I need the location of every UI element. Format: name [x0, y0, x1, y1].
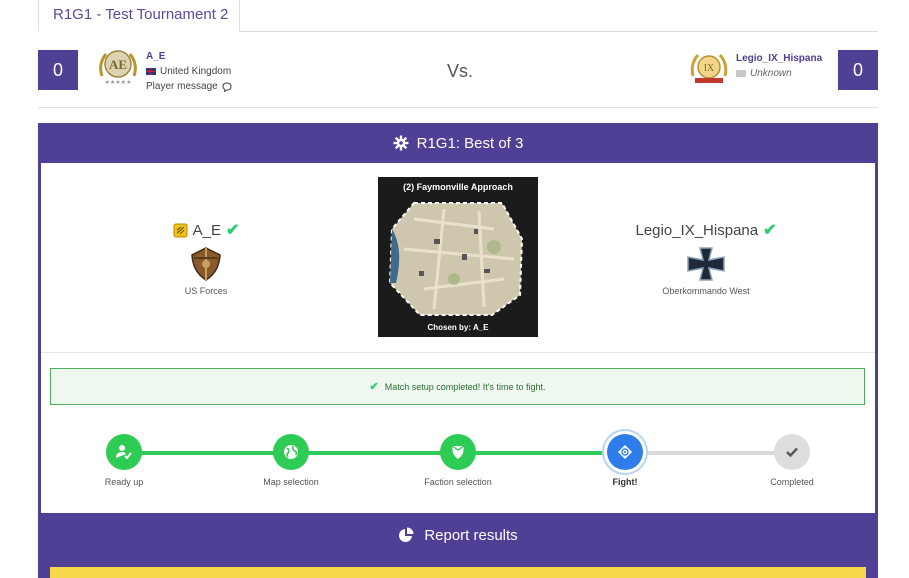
right-side-player: Legio_IX_Hispana ✔ Oberkommando West	[621, 220, 791, 297]
right-side-name-row: Legio_IX_Hispana ✔	[621, 220, 791, 240]
user-check-icon	[116, 445, 132, 460]
right-score: 0	[838, 50, 878, 90]
map-chosen-by: Chosen by: A_E	[427, 323, 489, 332]
left-side-name: A_E	[192, 221, 221, 239]
left-side-player: A_E ✔ US Forces	[141, 220, 271, 296]
step-label-faction-selection: Faction selection	[424, 477, 492, 487]
body-divider	[41, 352, 875, 353]
success-alert: ✔ Match setup completed! It's time to fi…	[50, 368, 865, 405]
crosshair-icon	[618, 445, 632, 459]
step-ready-up[interactable]	[106, 434, 142, 470]
pie-chart-icon	[399, 527, 414, 542]
match-page: R1G1 - Test Tournament 2 0 AE ★★★★★ A_E …	[0, 0, 909, 578]
right-country-text: Unknown	[750, 68, 792, 79]
left-country-text: United Kingdom	[160, 66, 232, 77]
svg-text:★★★★★: ★★★★★	[105, 79, 132, 86]
svg-text:AE: AE	[109, 57, 127, 72]
iron-cross-faction-icon	[687, 247, 725, 281]
left-player-info: A_E United Kingdom Player message	[146, 49, 232, 94]
ready-check-icon: ✔	[763, 222, 777, 239]
match-title: R1G1: Best of 3	[416, 134, 524, 152]
right-player-info: Legio_IX_Hispana Unknown	[736, 51, 822, 81]
match-panel-header: R1G1: Best of 3	[38, 123, 878, 163]
right-player-name[interactable]: Legio_IX_Hispana	[736, 51, 822, 66]
map-preview-image	[388, 202, 524, 316]
step-faction-selection[interactable]	[440, 434, 476, 470]
left-score: 0	[38, 50, 78, 90]
match-panel-body: A_E ✔ US Forces (2) Faymonville Approach	[41, 163, 875, 513]
ready-check-icon: ✔	[225, 222, 240, 239]
versus-label: Vs.	[447, 61, 474, 81]
left-player-country: United Kingdom	[146, 64, 232, 79]
player-message-text[interactable]: Player message	[146, 79, 218, 94]
step-map-selection[interactable]	[273, 434, 309, 470]
rank-badge-icon	[173, 223, 188, 237]
chat-bubble-icon[interactable]	[222, 81, 232, 92]
map-title: (2) Faymonville Approach	[403, 182, 513, 192]
left-player-avatar: AE ★★★★★	[99, 50, 137, 86]
right-player-avatar: IX	[690, 54, 728, 83]
right-faction-label: Oberkommando West	[662, 286, 750, 296]
step-label-ready-up: Ready up	[104, 477, 144, 487]
left-side-name-row: A_E ✔	[141, 220, 271, 240]
progress-track-completed	[124, 451, 624, 455]
unknown-flag-icon	[736, 70, 746, 77]
match-panel: R1G1: Best of 3 A_E ✔ US Forces (2) Faym…	[38, 123, 878, 578]
step-completed[interactable]	[774, 434, 810, 470]
check-icon	[786, 447, 798, 458]
tab-strip: R1G1 - Test Tournament 2	[38, 0, 878, 32]
alert-check-icon: ✔	[369, 381, 379, 393]
tab-match[interactable]: R1G1 - Test Tournament 2	[38, 0, 240, 32]
gear-icon	[393, 135, 409, 151]
player-message-link[interactable]: Player message	[146, 79, 232, 94]
right-player-country: Unknown	[736, 66, 822, 81]
progress-track-remaining	[624, 451, 792, 455]
step-label-map-selection: Map selection	[263, 477, 319, 487]
uk-flag-icon	[146, 68, 156, 75]
us-forces-faction-icon	[191, 247, 221, 281]
right-side-name: Legio_IX_Hispana	[635, 221, 759, 239]
globe-icon	[284, 445, 298, 459]
header-divider	[38, 107, 878, 108]
step-label-completed: Completed	[770, 477, 814, 487]
left-player-name[interactable]: A_E	[146, 49, 232, 64]
report-results-title: Report results	[424, 526, 518, 544]
step-label-fight: Fight!	[612, 477, 638, 487]
alert-text: Match setup completed! It's time to figh…	[384, 381, 546, 392]
svg-text:IX: IX	[704, 63, 715, 74]
left-faction-label: US Forces	[184, 286, 228, 296]
map-card[interactable]: (2) Faymonville Approach Chosen by: A_E	[378, 177, 538, 337]
shield-icon	[451, 445, 465, 459]
report-results-header[interactable]: Report results	[38, 513, 878, 557]
report-warning-bar	[50, 567, 866, 578]
step-fight[interactable]	[607, 434, 643, 470]
